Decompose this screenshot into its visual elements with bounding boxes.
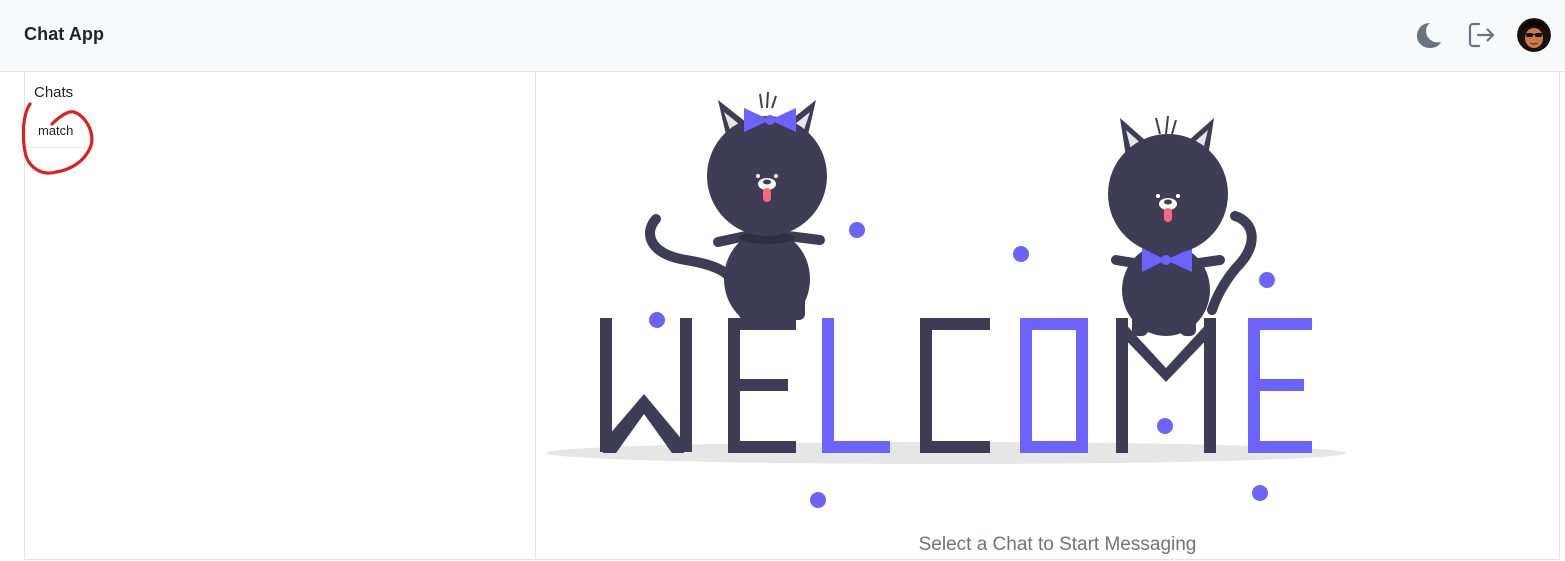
letter-l	[822, 318, 890, 453]
chats-heading: Chats	[34, 84, 74, 101]
letter-w	[600, 318, 692, 453]
theme-toggle-button[interactable]	[1412, 18, 1446, 52]
logout-button[interactable]	[1464, 18, 1498, 52]
letter-o	[1020, 318, 1088, 453]
left-cat	[645, 91, 827, 327]
logout-icon	[1468, 22, 1495, 48]
welcome-letters	[600, 318, 1312, 453]
avatar-image	[1517, 18, 1551, 52]
welcome-illustration	[546, 91, 1346, 508]
chat-list-item[interactable]: match	[26, 114, 86, 148]
chat-area: Select a Chat to Start Messaging	[536, 72, 1560, 560]
moon-icon	[1417, 23, 1441, 48]
chat-item-name: match	[38, 123, 74, 138]
letter-e-dark	[728, 318, 796, 453]
chat-sidebar: Chats match	[24, 72, 536, 560]
right-cat	[1108, 115, 1257, 336]
letter-c	[920, 318, 990, 453]
user-avatar[interactable]	[1517, 18, 1551, 52]
top-navbar: Chat App	[0, 0, 1565, 72]
letter-e-accent	[1248, 318, 1312, 453]
app-title: Chat App	[24, 24, 105, 44]
empty-state-message: Select a Chat to Start Messaging	[918, 534, 1197, 555]
